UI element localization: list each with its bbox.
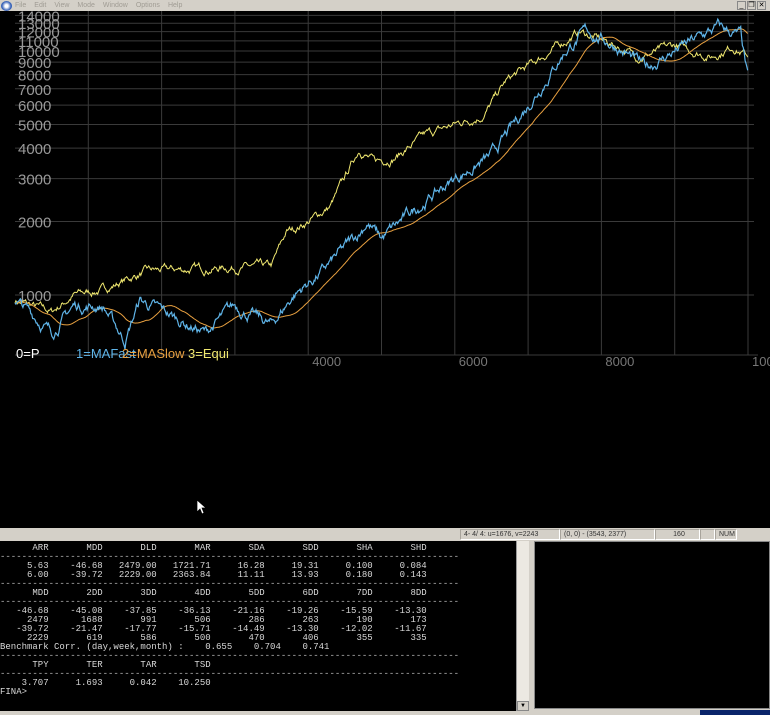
x-tick-label: 6000 bbox=[459, 354, 488, 369]
status-bar: 4- 4/ 4: u=1676, v=2243 (0, 0) - (3543, … bbox=[0, 528, 770, 541]
secondary-pane bbox=[534, 541, 770, 709]
minimize-button[interactable]: _ bbox=[737, 1, 746, 10]
y-tick-label: 4000 bbox=[18, 141, 51, 158]
menu-view[interactable]: View bbox=[54, 2, 69, 9]
menu-mode[interactable]: Mode bbox=[77, 2, 95, 9]
menu-help[interactable]: Help bbox=[168, 2, 182, 9]
table-row: 3.707 1.693 0.042 10.250 bbox=[0, 678, 211, 688]
y-tick-label: 5000 bbox=[18, 117, 51, 134]
y-tick-label: 3000 bbox=[18, 172, 51, 189]
x-tick-label: 4000 bbox=[312, 354, 341, 369]
console-output[interactable]: ARR MDD DLD MAR SDA SDD SHA SHD ---------… bbox=[0, 541, 516, 711]
status-empty bbox=[700, 529, 715, 540]
restore-button[interactable]: ❐ bbox=[747, 1, 756, 10]
y-tick-label: 14000 bbox=[18, 11, 60, 25]
taskbar-fragment bbox=[700, 710, 770, 715]
close-button[interactable]: ✕ bbox=[757, 1, 766, 10]
console-scrollbar[interactable]: ▼ bbox=[516, 541, 529, 711]
y-tick-label: 2000 bbox=[18, 215, 51, 232]
status-range: (0, 0) - (3543, 2377) bbox=[560, 529, 655, 540]
mouse-cursor-icon bbox=[196, 499, 207, 515]
menu-bar: File Edit View Mode Window Options Help … bbox=[0, 0, 770, 11]
x-tick-label: 8000 bbox=[605, 354, 634, 369]
legend-entry: 2=MASlow bbox=[122, 346, 185, 361]
menu-file[interactable]: File bbox=[15, 2, 26, 9]
app-logo-icon bbox=[1, 0, 12, 11]
status-zoom: 160 bbox=[655, 529, 700, 540]
legend-entry: 3=Equi bbox=[188, 346, 229, 361]
scroll-down-arrow-icon[interactable]: ▼ bbox=[517, 701, 529, 711]
command-prompt: FINA> bbox=[0, 687, 28, 697]
equity-chart[interactable]: 1000200030004000500060007000800090001000… bbox=[0, 11, 770, 528]
y-tick-label: 6000 bbox=[18, 98, 51, 115]
menu-options[interactable]: Options bbox=[136, 2, 160, 9]
menu-window[interactable]: Window bbox=[103, 2, 128, 9]
menu-edit[interactable]: Edit bbox=[34, 2, 46, 9]
legend-entry: 0=P bbox=[16, 346, 40, 361]
status-uv: 4- 4/ 4: u=1676, v=2243 bbox=[460, 529, 560, 540]
status-num: NUM bbox=[715, 529, 737, 540]
x-tick-label: 1000 bbox=[752, 354, 770, 369]
